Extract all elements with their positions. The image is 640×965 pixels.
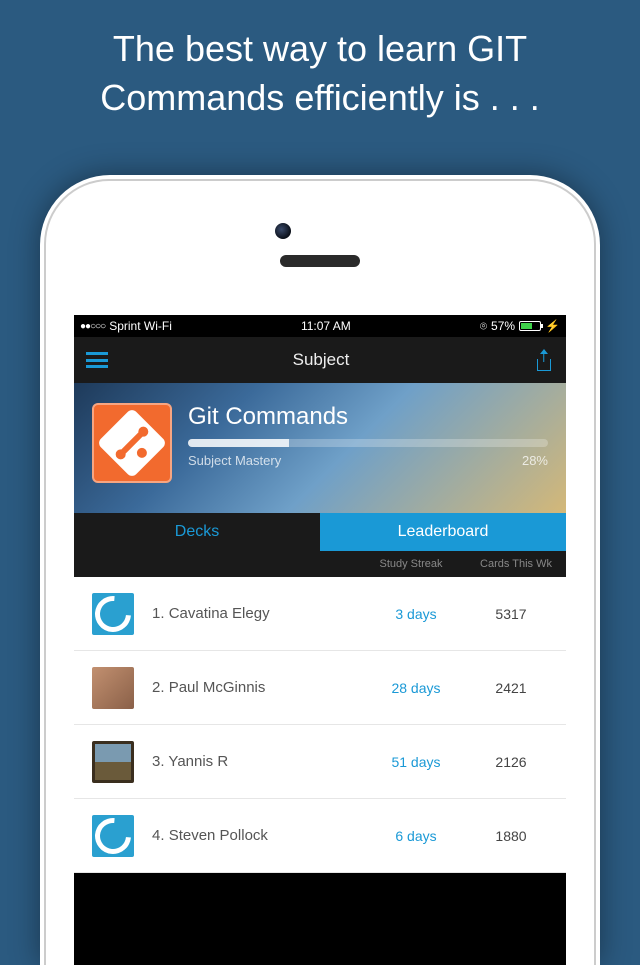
user-name: Cavatina Elegy — [169, 605, 270, 622]
nav-bar: Subject — [74, 337, 566, 383]
battery-icon — [519, 321, 541, 331]
list-item[interactable]: 3. Yannis R 51 days 2126 — [74, 725, 566, 799]
list-item[interactable]: 4. Steven Pollock 6 days 1880 — [74, 799, 566, 873]
battery-percent: 57% — [491, 319, 515, 333]
avatar — [92, 593, 134, 635]
user-name: Paul McGinnis — [169, 679, 266, 696]
user-name: Yannis R — [168, 753, 228, 770]
tab-decks[interactable]: Decks — [74, 513, 320, 551]
subject-title: Git Commands — [188, 403, 548, 431]
col-header-streak: Study Streak — [356, 558, 466, 570]
speaker-slot — [280, 255, 360, 267]
screen: ●●○○○ Sprint Wi-Fi 11:07 AM ⌾ 57% ⚡ Subj… — [74, 315, 566, 965]
charging-icon: ⚡ — [545, 319, 560, 333]
clock: 11:07 AM — [301, 319, 351, 333]
rank: 1. — [152, 605, 165, 622]
study-streak: 28 days — [366, 680, 466, 696]
mastery-label: Subject Mastery — [188, 453, 281, 468]
menu-icon[interactable] — [86, 352, 108, 368]
user-name: Steven Pollock — [169, 827, 268, 844]
cards-this-week: 2421 — [466, 680, 556, 696]
cards-this-week: 1880 — [466, 828, 556, 844]
list-item[interactable]: 1. Cavatina Elegy 3 days 5317 — [74, 577, 566, 651]
mastery-progress-bar — [188, 439, 548, 447]
subject-icon — [92, 403, 172, 483]
tab-bar: Decks Leaderboard — [74, 513, 566, 551]
signal-dots-icon: ●●○○○ — [80, 321, 105, 332]
nav-title: Subject — [293, 350, 350, 370]
study-streak: 3 days — [366, 606, 466, 622]
rank: 3. — [152, 753, 165, 770]
avatar — [92, 741, 134, 783]
status-bar: ●●○○○ Sprint Wi-Fi 11:07 AM ⌾ 57% ⚡ — [74, 315, 566, 337]
cards-this-week: 2126 — [466, 754, 556, 770]
column-headers: Study Streak Cards This Wk — [74, 551, 566, 577]
carrier-label: Sprint Wi-Fi — [109, 319, 172, 333]
col-header-cards: Cards This Wk — [466, 558, 566, 570]
leaderboard-list: 1. Cavatina Elegy 3 days 5317 2. Paul Mc… — [74, 577, 566, 873]
phone-frame: ●●○○○ Sprint Wi-Fi 11:07 AM ⌾ 57% ⚡ Subj… — [40, 175, 600, 965]
rank: 4. — [152, 827, 165, 844]
list-item[interactable]: 2. Paul McGinnis 28 days 2421 — [74, 651, 566, 725]
rank: 2. — [152, 679, 165, 696]
bluetooth-icon: ⌾ — [480, 319, 487, 334]
promo-headline: The best way to learn GIT Commands effic… — [0, 0, 640, 132]
mastery-percent: 28% — [522, 453, 548, 468]
camera-dot — [275, 223, 291, 239]
study-streak: 51 days — [366, 754, 466, 770]
avatar — [92, 667, 134, 709]
share-icon[interactable] — [534, 349, 554, 371]
phone-bezel-top — [40, 175, 600, 315]
git-logo-icon — [97, 408, 168, 479]
cards-this-week: 5317 — [466, 606, 556, 622]
tab-leaderboard[interactable]: Leaderboard — [320, 513, 566, 551]
subject-header: Git Commands Subject Mastery 28% — [74, 383, 566, 513]
avatar — [92, 815, 134, 857]
study-streak: 6 days — [366, 828, 466, 844]
